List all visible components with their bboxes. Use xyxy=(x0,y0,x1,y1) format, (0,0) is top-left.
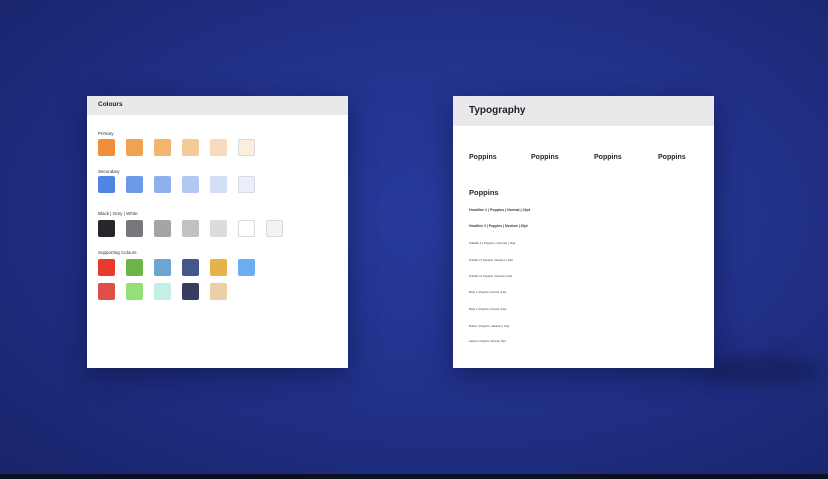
supporting-row1-swatch-1 xyxy=(98,259,115,276)
supporting-row2-swatch-1 xyxy=(98,283,115,300)
supporting-row1-swatch-4 xyxy=(182,259,199,276)
font-sample-1: Poppins xyxy=(469,154,497,161)
drop-shadow xyxy=(700,355,820,385)
typography-panel-title: Typography xyxy=(453,96,714,126)
supporting-row2-swatch-2 xyxy=(126,283,143,300)
type-line-caption: Caption | Poppins | Normal | 10pt xyxy=(469,340,506,343)
secondary-label: Secondary xyxy=(98,169,120,174)
primary-swatch-4 xyxy=(182,139,199,156)
supporting-row1-swatch-2 xyxy=(126,259,143,276)
neutral-swatch-4 xyxy=(182,220,199,237)
supporting-row1-swatch-3 xyxy=(154,259,171,276)
type-line-subtitle-3: Subtitle 3 | Poppins | Normal | 12pt xyxy=(469,274,513,278)
type-line-body-2: Body 2 | Poppins | Normal | 12pt xyxy=(469,308,507,311)
bottom-edge-bar xyxy=(0,474,828,479)
secondary-swatch-3 xyxy=(154,176,171,193)
secondary-swatch-2 xyxy=(126,176,143,193)
primary-swatch-2 xyxy=(126,139,143,156)
font-sample-2: Poppins xyxy=(531,154,559,161)
type-line-body-1: Body 1 | Poppins | Normal | 14pt xyxy=(469,291,507,294)
secondary-swatch-4 xyxy=(182,176,199,193)
secondary-swatch-5 xyxy=(210,176,227,193)
neutral-swatch-1 xyxy=(98,220,115,237)
supporting-row1-swatch-5 xyxy=(210,259,227,276)
font-sample-4: Poppins xyxy=(658,154,686,161)
primary-swatch-6 xyxy=(238,139,255,156)
primary-swatch-1 xyxy=(98,139,115,156)
primary-swatch-5 xyxy=(210,139,227,156)
type-line-headline-2: Headline 2 | Poppins | Medium | 20pt xyxy=(469,224,528,228)
primary-label: Primary xyxy=(98,131,114,136)
type-line-button: Button | Poppins | Medium | 12pt xyxy=(469,324,510,328)
font-name-heading: Poppins xyxy=(469,188,499,197)
neutrals-label: Black | Grey | White xyxy=(98,211,138,216)
supporting-label: Supporting Colours xyxy=(98,250,137,255)
supporting-row2-swatch-4 xyxy=(182,283,199,300)
supporting-row2-swatch-5 xyxy=(210,283,227,300)
neutral-swatch-6 xyxy=(238,220,255,237)
font-sample-3: Poppins xyxy=(594,154,622,161)
neutral-swatch-5 xyxy=(210,220,227,237)
supporting-row1-swatch-6 xyxy=(238,259,255,276)
neutral-swatch-3 xyxy=(154,220,171,237)
type-line-subtitle-1: Subtitle 1 | Poppins | Normal | 16pt xyxy=(469,241,516,245)
colours-panel: Colours Primary Secondary Black | Grey |… xyxy=(87,96,348,368)
secondary-swatch-6 xyxy=(238,176,255,193)
primary-swatch-3 xyxy=(154,139,171,156)
colours-panel-title: Colours xyxy=(87,96,348,115)
supporting-row2-swatch-3 xyxy=(154,283,171,300)
neutral-swatch-2 xyxy=(126,220,143,237)
type-line-subtitle-2: Subtitle 2 | Poppins | Medium | 14pt xyxy=(469,258,514,262)
neutral-swatch-7 xyxy=(266,220,283,237)
secondary-swatch-1 xyxy=(98,176,115,193)
type-line-headline-1: Headline 1 | Poppins | Normal | 24pt xyxy=(469,208,530,212)
